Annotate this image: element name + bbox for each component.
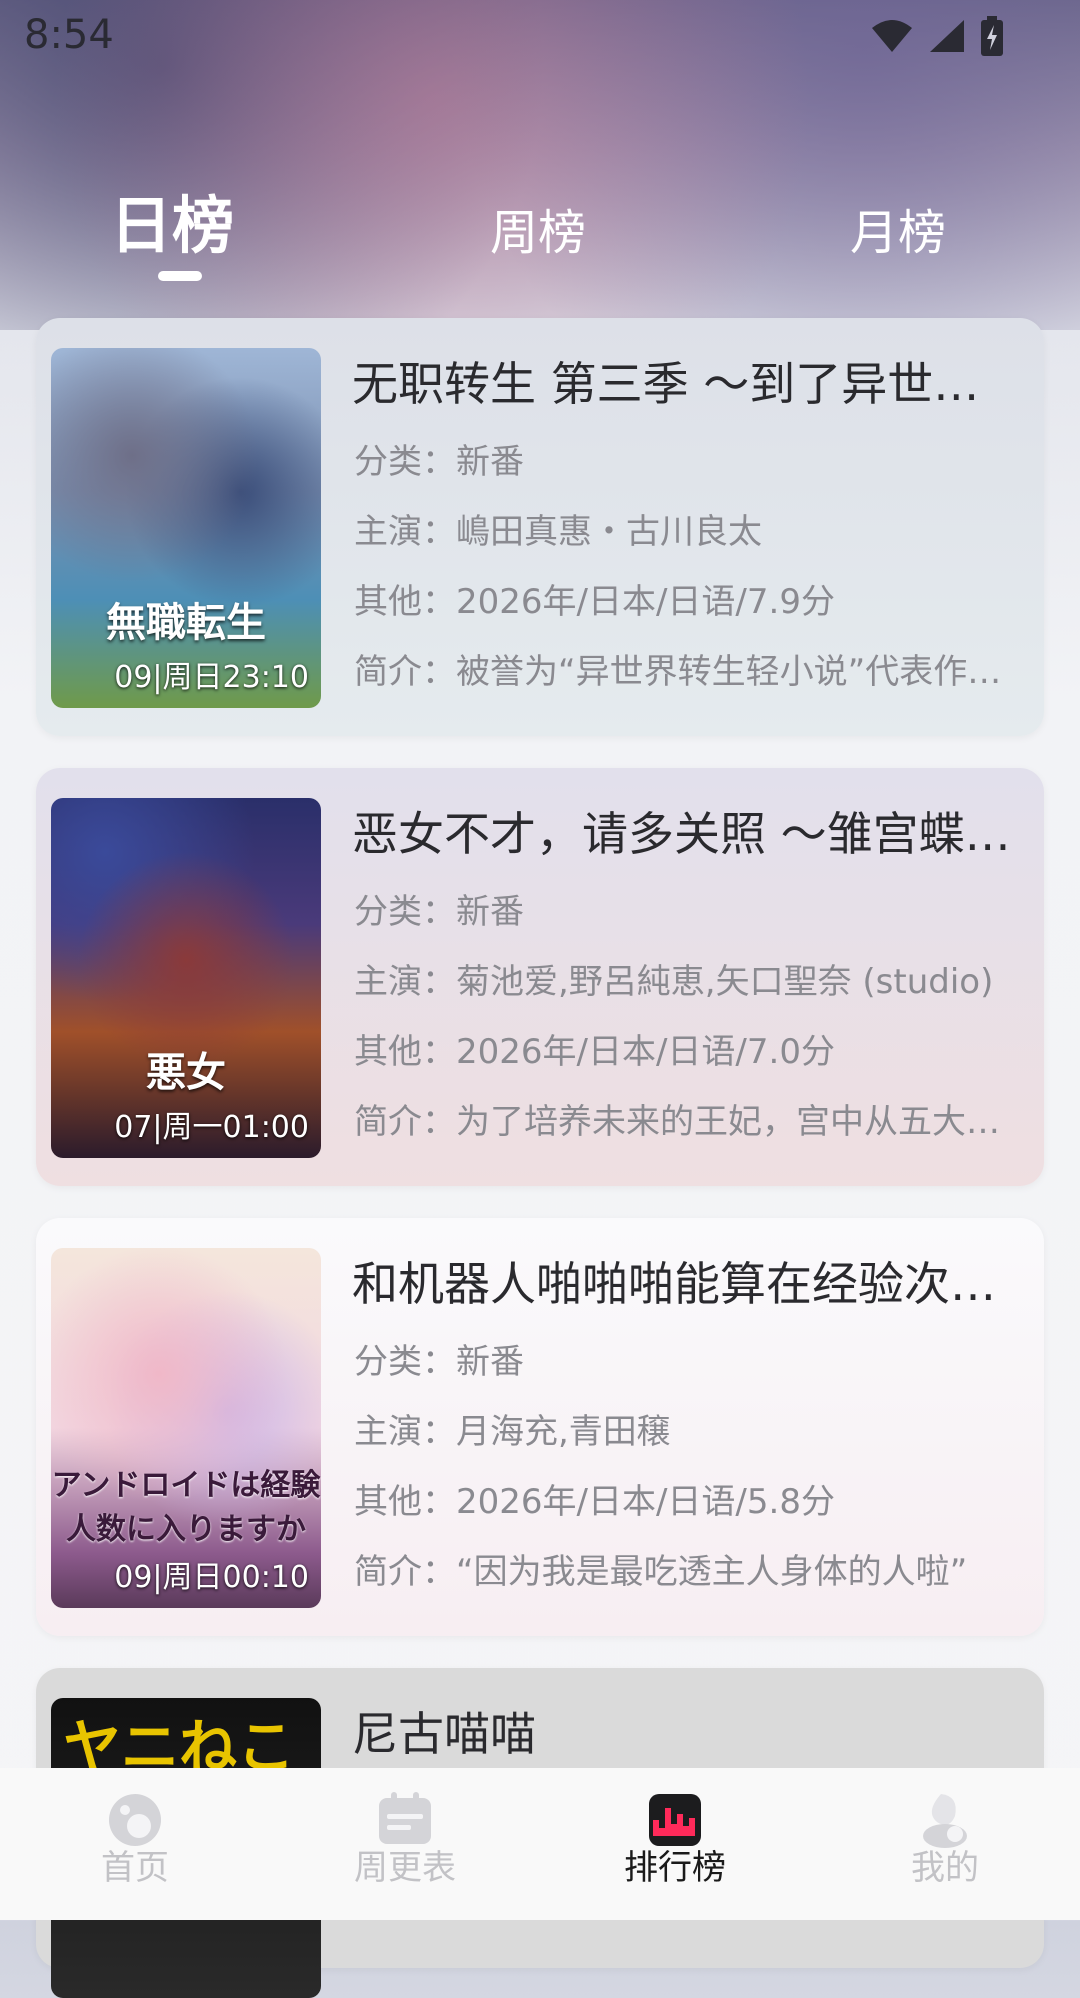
poster-art-text: 無職転生 <box>106 600 266 646</box>
poster-image: 無職転生 09|周日23:10 <box>51 348 321 708</box>
nav-ranking[interactable]: 排行榜 <box>575 1790 775 1889</box>
poster-art-text: 悪女 <box>146 1050 226 1096</box>
episode-time-label: 07|周一01:00 <box>114 1110 309 1145</box>
status-time: 8:54 <box>24 12 114 58</box>
episode-time-label: 09|周日23:10 <box>114 660 309 695</box>
cast-text: 主演：月海充,青田穣 <box>354 1412 671 1452</box>
intro-text: 简介：被誉为“异世界转生轻小说”代表作品的《无职转生》 <box>354 652 1024 692</box>
battery-icon <box>981 16 1003 56</box>
tab-indicator <box>158 271 202 281</box>
nav-home-label: 首页 <box>101 1848 169 1888</box>
other-info-text: 其他：2026年/日本/日语/5.8分 <box>354 1482 835 1522</box>
other-info-text: 其他：2026年/日本/日语/7.9分 <box>354 582 835 622</box>
bottom-navigation: 首页 周更表 排行榜 我的 <box>0 1768 1080 1920</box>
poster-image: 悪女 07|周一01:00 <box>51 798 321 1158</box>
nav-ranking-label: 排行榜 <box>624 1848 726 1888</box>
anime-title: 和机器人啪啪啪能算在经验次数里吗？？ <box>352 1257 1022 1311</box>
tab-weekly[interactable]: 周榜 <box>490 193 586 263</box>
anime-card[interactable]: 悪女 07|周一01:00 恶女不才，请多关照 ～雏宫蝶鸣物语～ 分类：新番 主… <box>36 768 1044 1186</box>
category-text: 分类：新番 <box>354 892 524 932</box>
anime-title: 恶女不才，请多关照 ～雏宫蝶鸣物语～ <box>352 807 1022 861</box>
anime-title: 尼古喵喵 <box>352 1707 536 1761</box>
intro-text: 简介：“因为我是最吃透主人身体的人啦” <box>354 1552 968 1592</box>
nav-mine[interactable]: 我的 <box>845 1790 1045 1889</box>
other-info-text: 其他：2026年/日本/日语/7.0分 <box>354 1032 835 1072</box>
anime-card[interactable]: アンドロイドは経験人数に入りますか 09|周日00:10 和机器人啪啪啪能算在经… <box>36 1218 1044 1636</box>
cast-text: 主演：菊池爱,野呂純恵,矢口聖奈 (studio) <box>354 962 994 1002</box>
nav-mine-label: 我的 <box>911 1848 979 1888</box>
status-bar: 8:54 <box>0 0 1080 72</box>
ranking-tabs: 日榜 周榜 月榜 <box>0 175 1080 265</box>
category-text: 分类：新番 <box>354 442 524 482</box>
tab-monthly[interactable]: 月榜 <box>850 193 946 263</box>
poster-art-text: アンドロイドは経験人数に入りますか <box>51 1468 321 1547</box>
poster-image: アンドロイドは経験人数に入りますか 09|周日00:10 <box>51 1248 321 1608</box>
cellular-signal-icon <box>930 20 964 52</box>
anime-card[interactable]: 無職転生 09|周日23:10 无职转生 第三季 ～到了异世界就拿出真本事～ 分… <box>36 318 1044 736</box>
category-text: 分类：新番 <box>354 1342 524 1382</box>
anime-title: 无职转生 第三季 ～到了异世界就拿出真本事～ <box>352 357 1022 411</box>
nav-home[interactable]: 首页 <box>35 1790 235 1889</box>
episode-time-label: 09|周日00:10 <box>114 1560 309 1595</box>
nav-schedule[interactable]: 周更表 <box>305 1790 505 1889</box>
nav-schedule-label: 周更表 <box>354 1848 456 1888</box>
wifi-icon <box>872 20 912 52</box>
cast-text: 主演：嶋田真惠・古川良太 <box>354 512 762 552</box>
status-icons <box>870 16 1004 56</box>
tab-daily[interactable]: 日榜 <box>110 175 234 265</box>
intro-text: 简介：为了培养未来的王妃，宫中从五大家族中选出了 <box>354 1102 1024 1142</box>
